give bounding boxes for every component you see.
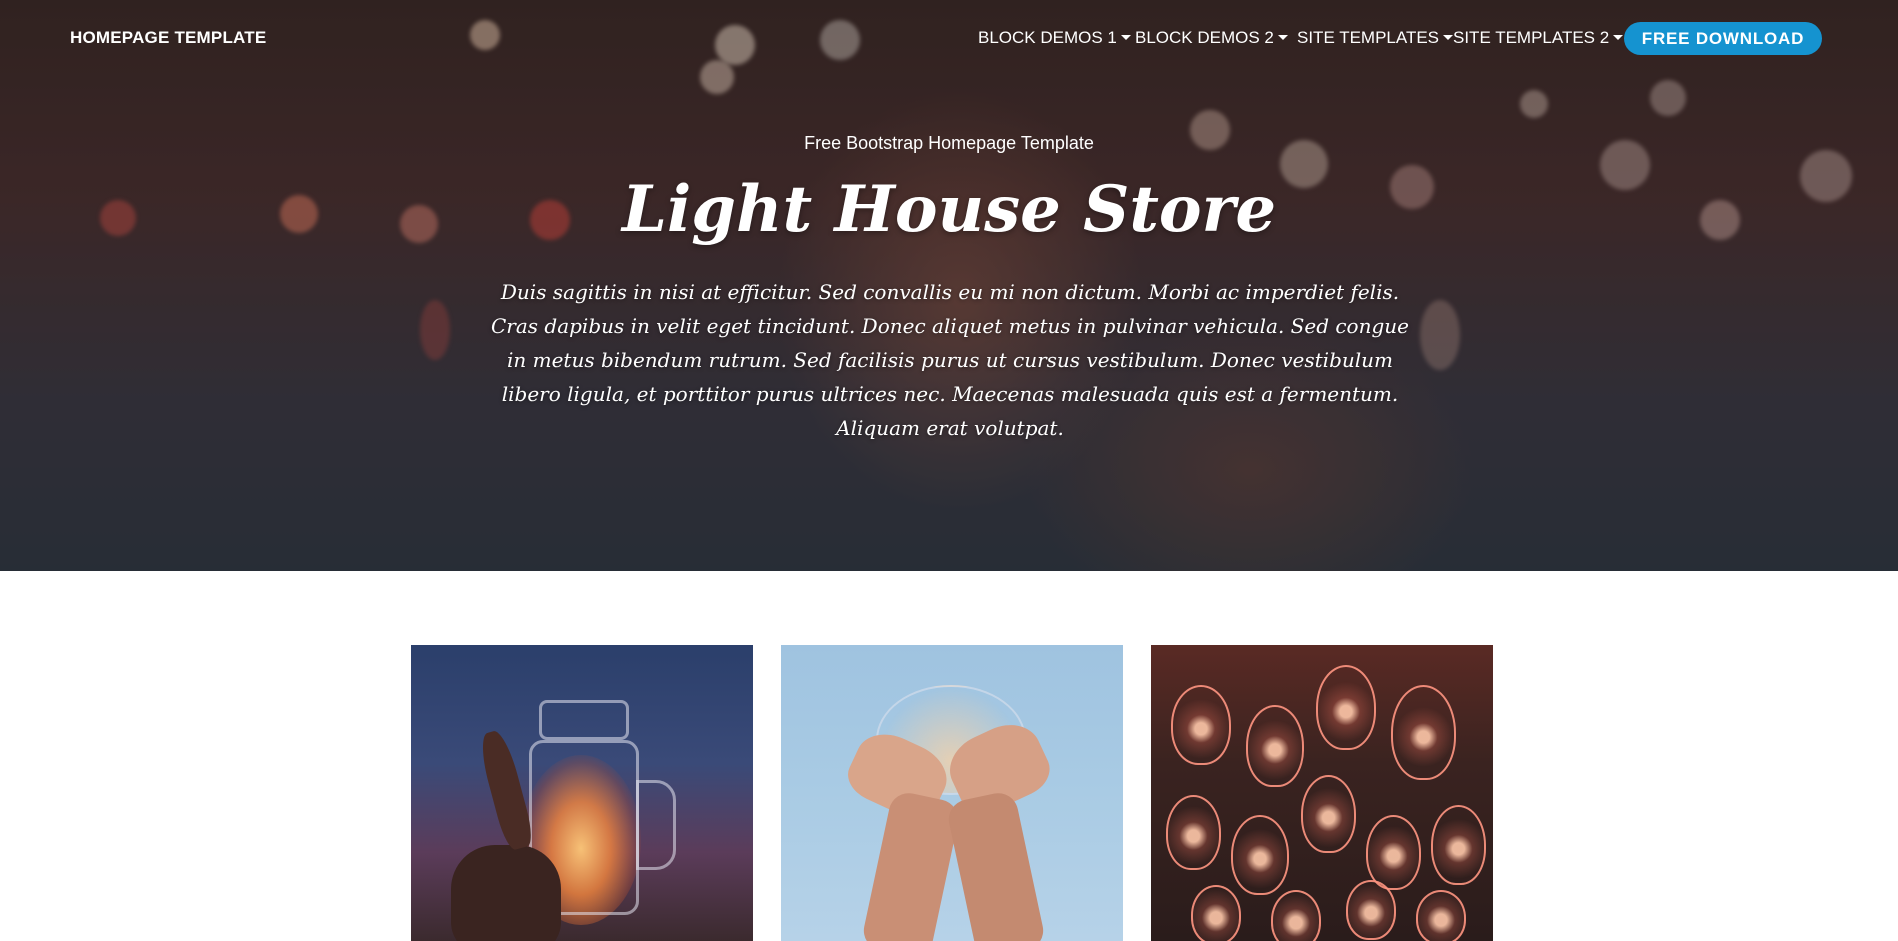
nav-site-templates-2-label: SITE TEMPLATES 2 [1453,28,1610,47]
nav-site-templates-label: SITE TEMPLATES [1297,28,1440,47]
hero-title: Light House Store [621,172,1277,247]
hero-lead-text: Duis sagittis in nisi at efficitur. Sed … [490,280,1410,440]
nav-site-templates-2[interactable]: SITE TEMPLATES 2 [1453,28,1624,48]
brand-link[interactable]: HOMEPAGE TEMPLATE [70,28,266,48]
caret-down-icon [1443,35,1454,40]
gallery-image-hands-lights [781,645,1123,941]
caret-down-icon [1120,35,1131,40]
nav-block-demos-1[interactable]: BLOCK DEMOS 1 [978,28,1131,48]
free-download-button[interactable]: FREE DOWNLOAD [1624,22,1822,55]
nav-block-demos-1-label: BLOCK DEMOS 1 [978,28,1117,47]
caret-down-icon [1613,35,1624,40]
gallery-image-mason-jar [411,645,753,941]
hero-subtitle: Free Bootstrap Homepage Template [804,133,1094,153]
nav-site-templates[interactable]: SITE TEMPLATES [1297,28,1454,48]
nav-block-demos-2[interactable]: BLOCK DEMOS 2 [1135,28,1288,48]
gallery-image-lanterns [1151,645,1493,941]
nav-block-demos-2-label: BLOCK DEMOS 2 [1135,28,1274,47]
caret-down-icon [1277,35,1288,40]
top-navbar: HOMEPAGE TEMPLATE BLOCK DEMOS 1 BLOCK DE… [0,0,1898,76]
